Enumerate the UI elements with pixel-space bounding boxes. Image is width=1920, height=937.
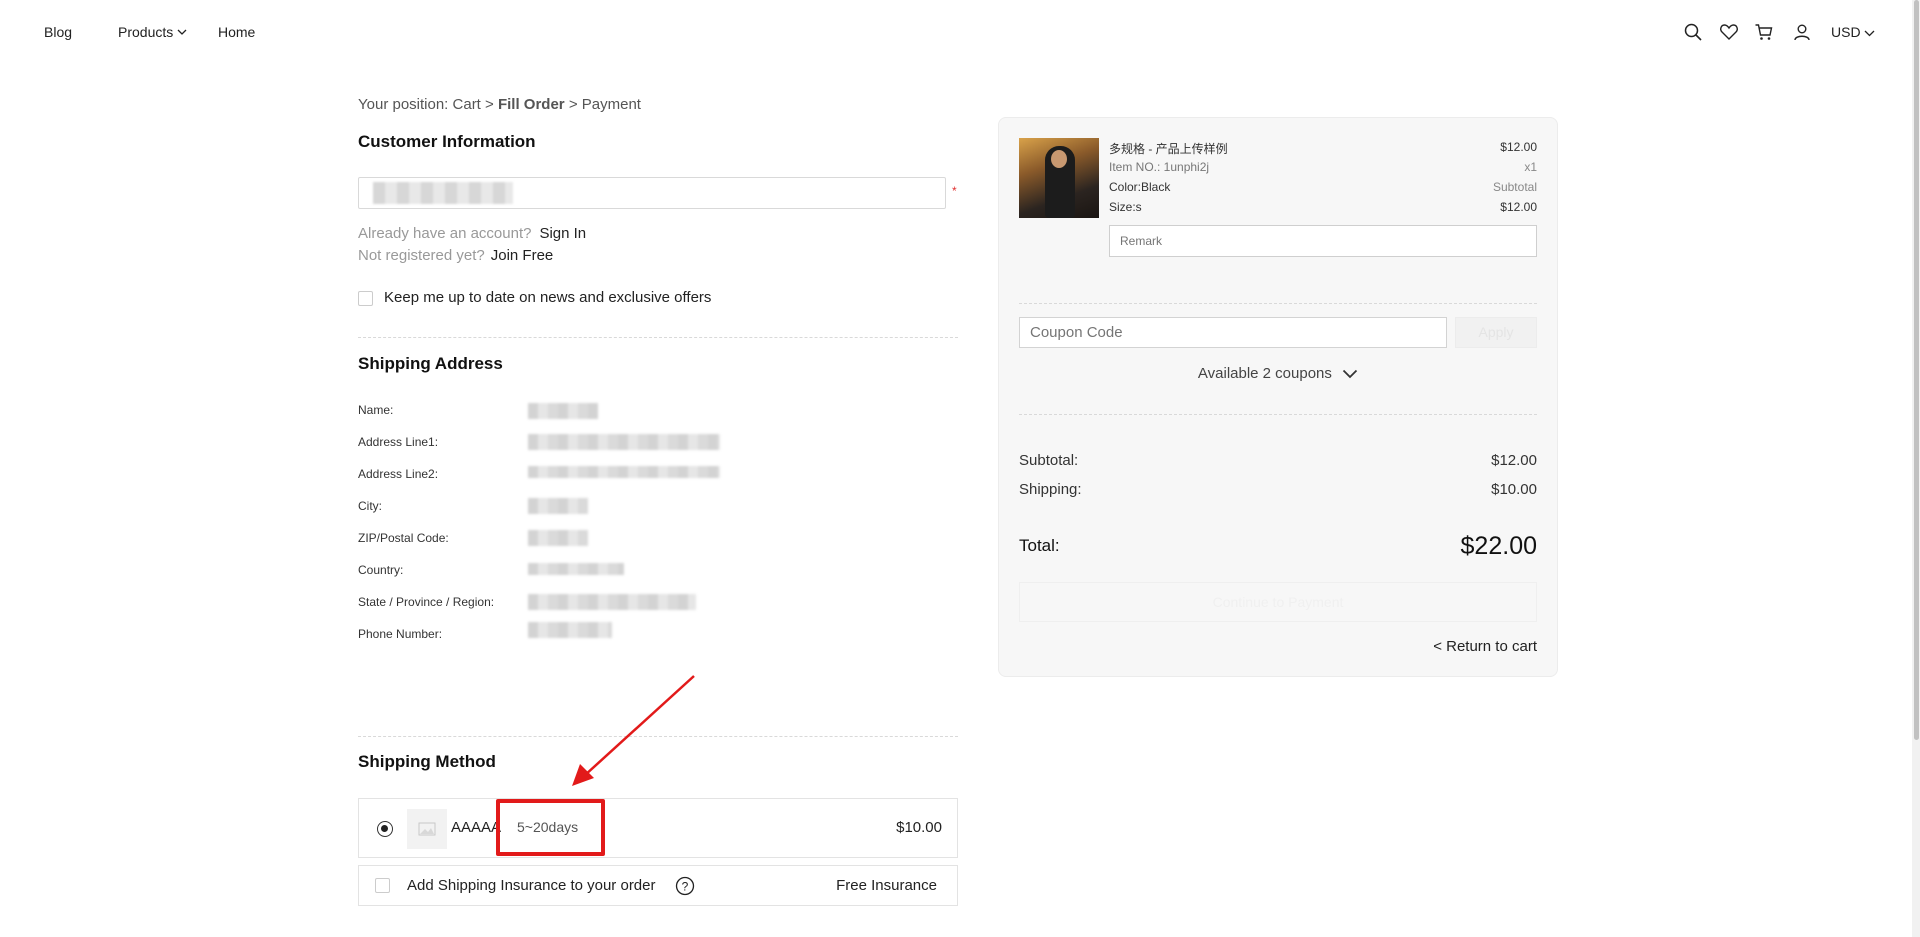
shipping-value: $10.00 [1491,481,1537,498]
join-free-link[interactable]: Join Free [491,247,554,264]
product-size: Size:s [1109,200,1142,214]
heart-icon[interactable] [1719,22,1739,42]
nav-blog[interactable]: Blog [44,24,72,40]
coupon-code-input[interactable] [1019,317,1447,348]
apply-coupon-button[interactable]: Apply [1455,317,1537,348]
shipping-price: $10.00 [896,819,942,836]
address-value-redacted [528,403,598,419]
breadcrumb-separator: > [485,96,494,113]
total-label: Total: [1019,536,1060,555]
available-coupons-toggle[interactable]: Available 2 coupons [999,365,1557,382]
insurance-value: Free Insurance [836,877,937,894]
help-icon[interactable]: ? [675,876,695,896]
product-qty: x1 [1524,160,1537,174]
insurance-label: Add Shipping Insurance to your order [407,877,656,894]
chevron-down-icon [1342,369,1358,379]
join-prompt: Not registered yet? Join Free [358,247,553,264]
address-value-redacted [528,563,624,575]
cart-icon[interactable] [1754,22,1774,42]
product-image[interactable] [1019,138,1099,218]
page-scrollbar[interactable] [1912,0,1920,937]
product-subtotal-label: Subtotal [1492,180,1537,194]
email-value-redacted [373,182,513,204]
image-placeholder-icon [418,822,436,836]
product-price: $12.00 [1500,140,1537,154]
available-coupons-label: Available 2 coupons [1197,365,1332,382]
scrollbar-thumb[interactable] [1914,0,1919,740]
shipping-method-title: Shipping Method [358,752,496,771]
required-mark: * [952,184,957,198]
subtotal-value: $12.00 [1491,452,1537,469]
carrier-name: AAAAA [451,819,502,836]
address-value-redacted [528,434,720,450]
shipping-label: Shipping: [1019,481,1082,498]
breadcrumb: Your position: Cart > Fill Order > Payme… [358,96,641,113]
order-summary: 多规格 - 产品上传样例 Item NO.: 1unphi2j Color:Bl… [998,117,1558,677]
address-label-zip: ZIP/Postal Code: [358,531,449,545]
address-label-country: Country: [358,563,404,577]
breadcrumb-prefix: Your position: [358,96,453,113]
svg-text:?: ? [682,880,689,894]
address-label-phone: Phone Number: [358,627,443,641]
email-field[interactable] [358,177,946,209]
address-label-city: City: [358,499,382,513]
breadcrumb-separator: > [568,96,578,113]
sign-in-link[interactable]: Sign In [539,225,586,242]
section-divider [358,337,958,338]
newsletter-checkbox[interactable] [358,291,373,306]
shipping-address-title: Shipping Address [358,354,503,373]
address-value-redacted [528,530,588,546]
summary-divider [1019,303,1537,304]
product-face [1051,150,1067,168]
address-value-redacted [528,622,612,638]
address-label-line1: Address Line1: [358,435,439,449]
product-color: Color:Black [1109,180,1171,194]
subtotal-label: Subtotal: [1019,452,1079,469]
breadcrumb-cart[interactable]: Cart [453,96,481,113]
nav-home[interactable]: Home [218,24,255,40]
top-navigation: Blog Products Home USD [0,0,1920,66]
address-value-redacted [528,498,588,514]
shipping-insurance-row: Add Shipping Insurance to your order ? F… [358,865,958,906]
annotation-highlight-box [496,799,605,856]
not-registered-text: Not registered yet? [358,247,485,264]
remark-input[interactable] [1109,225,1537,257]
nav-products[interactable]: Products [118,24,187,40]
currency-label: USD [1831,24,1861,40]
breadcrumb-current: Fill Order [497,96,565,113]
summary-divider [1019,414,1537,415]
address-label-line2: Address Line2: [358,467,439,481]
currency-selector[interactable]: USD [1831,24,1875,40]
nav-products-label: Products [118,24,174,40]
user-icon[interactable] [1792,22,1812,42]
breadcrumb-payment: Payment [581,96,641,113]
sign-in-prompt: Already have an account? Sign In [358,225,586,242]
have-account-text: Already have an account? [358,225,532,242]
customer-info-title: Customer Information [358,132,536,151]
chevron-down-icon [1864,30,1875,37]
continue-to-payment-button[interactable]: Continue to Payment [1019,582,1537,622]
chevron-down-icon [177,29,187,35]
shipping-option[interactable]: AAAAA 5~20days $10.00 [358,798,958,858]
annotation-arrow-icon [572,675,695,786]
return-to-cart-link[interactable]: < Return to cart [1433,638,1537,655]
product-subtotal: $12.00 [1500,200,1537,214]
address-label-name: Name: [358,403,394,417]
insurance-checkbox[interactable] [375,878,390,893]
newsletter-label: Keep me up to date on news and exclusive… [384,289,712,306]
product-name: 多规格 - 产品上传样例 [1109,142,1228,156]
address-label-state: State / Province / Region: [358,595,495,609]
carrier-logo [407,809,447,849]
search-icon[interactable] [1683,22,1703,42]
shipping-option-radio[interactable] [377,821,393,837]
product-item-no: Item NO.: 1unphi2j [1109,160,1210,174]
address-value-redacted [528,466,720,478]
total-value: $22.00 [1460,532,1537,560]
address-value-redacted [528,594,696,610]
